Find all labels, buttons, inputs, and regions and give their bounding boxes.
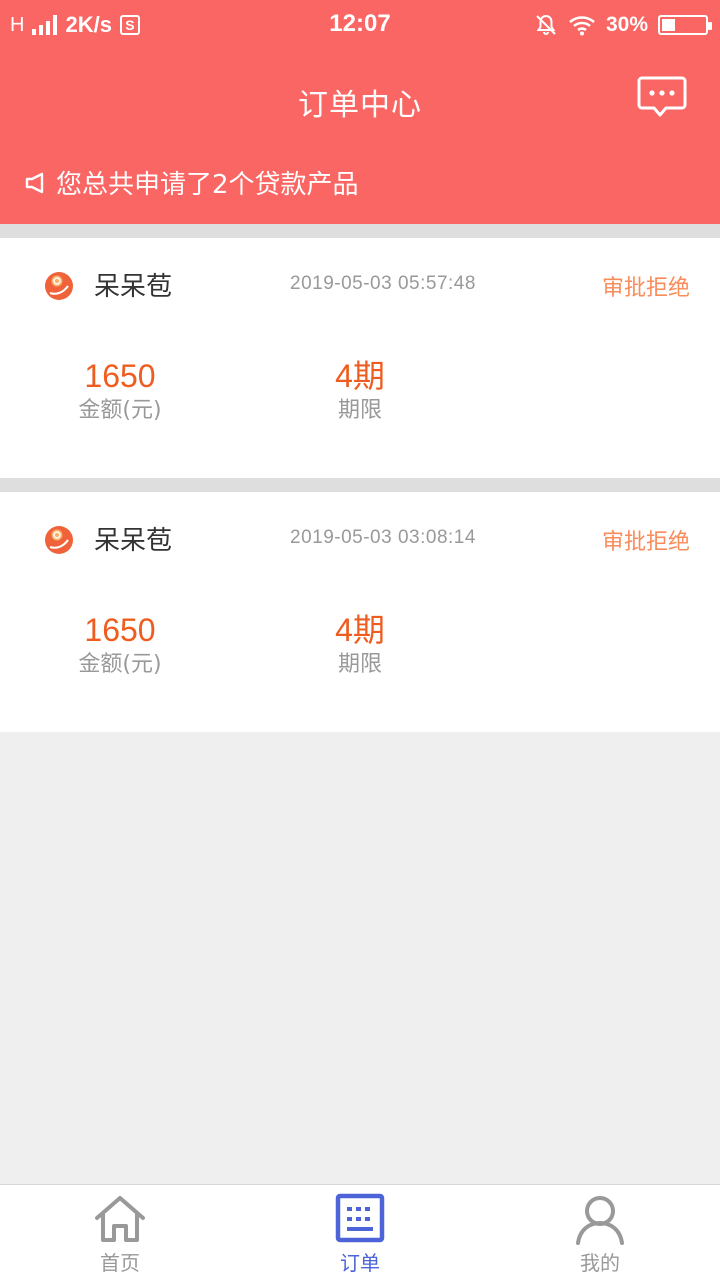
- order-card[interactable]: 呆呆苞 2019-05-03 05:57:48 审批拒绝 1650 金额(元) …: [0, 238, 720, 478]
- battery-percent: 30%: [605, 13, 648, 36]
- notice-banner: 您总共申请了2个贷款产品: [24, 164, 359, 201]
- amount-value: 1650: [84, 358, 156, 394]
- amount-value: 1650: [84, 612, 156, 648]
- message-icon: [637, 76, 687, 117]
- amount-label: 金额(元): [78, 652, 162, 677]
- status-right: 30%: [534, 10, 712, 40]
- amount-block: 1650 金额(元): [40, 610, 200, 680]
- term-label: 期限: [337, 652, 382, 677]
- status-bar: H 2K/s S 12:07 30%: [0, 0, 720, 50]
- profile-icon: [576, 1196, 624, 1245]
- order-time: 2019-05-03 05:57:48: [290, 273, 476, 294]
- nav-orders[interactable]: 订单: [240, 1185, 480, 1280]
- message-button[interactable]: [636, 74, 688, 120]
- divider: [0, 478, 720, 492]
- amount-block: 1650 金额(元): [40, 356, 200, 426]
- empty-area: [0, 732, 720, 1184]
- order-card[interactable]: 呆呆苞 2019-05-03 03:08:14 审批拒绝 1650 金额(元) …: [0, 492, 720, 732]
- wifi-icon: [569, 16, 595, 36]
- brand-logo: [45, 526, 73, 554]
- notice-text: 您总共申请了2个贷款产品: [56, 170, 359, 200]
- divider: [0, 224, 720, 238]
- header: 订单中心 您总共申请了2个贷款产品: [0, 50, 720, 224]
- order-time: 2019-05-03 03:08:14: [290, 527, 476, 548]
- nav-orders-label: 订单: [340, 1251, 380, 1275]
- brand-name: 呆呆苞: [94, 272, 173, 302]
- term-label: 期限: [337, 398, 382, 423]
- term-block: 4期 期限: [290, 610, 430, 680]
- orders-icon: [335, 1193, 385, 1243]
- home-icon: [95, 1196, 145, 1242]
- page-title: 订单中心: [298, 88, 422, 123]
- nav-home[interactable]: 首页: [0, 1185, 240, 1280]
- amount-label: 金额(元): [78, 398, 162, 423]
- term-block: 4期 期限: [290, 356, 430, 426]
- brand-name: 呆呆苞: [94, 526, 173, 556]
- term-value: 4期: [335, 612, 385, 648]
- bottom-nav: 首页 订单 我的: [0, 1184, 720, 1280]
- term-value: 4期: [335, 358, 385, 394]
- battery-icon: [658, 15, 712, 35]
- nav-profile-label: 我的: [580, 1251, 620, 1275]
- nav-profile[interactable]: 我的: [480, 1185, 720, 1280]
- megaphone-icon: [25, 172, 44, 193]
- order-status: 审批拒绝: [601, 276, 690, 301]
- brand-logo: [45, 272, 73, 300]
- nav-home-label: 首页: [100, 1251, 140, 1275]
- order-status: 审批拒绝: [601, 530, 690, 555]
- mute-bell-icon: [536, 14, 556, 35]
